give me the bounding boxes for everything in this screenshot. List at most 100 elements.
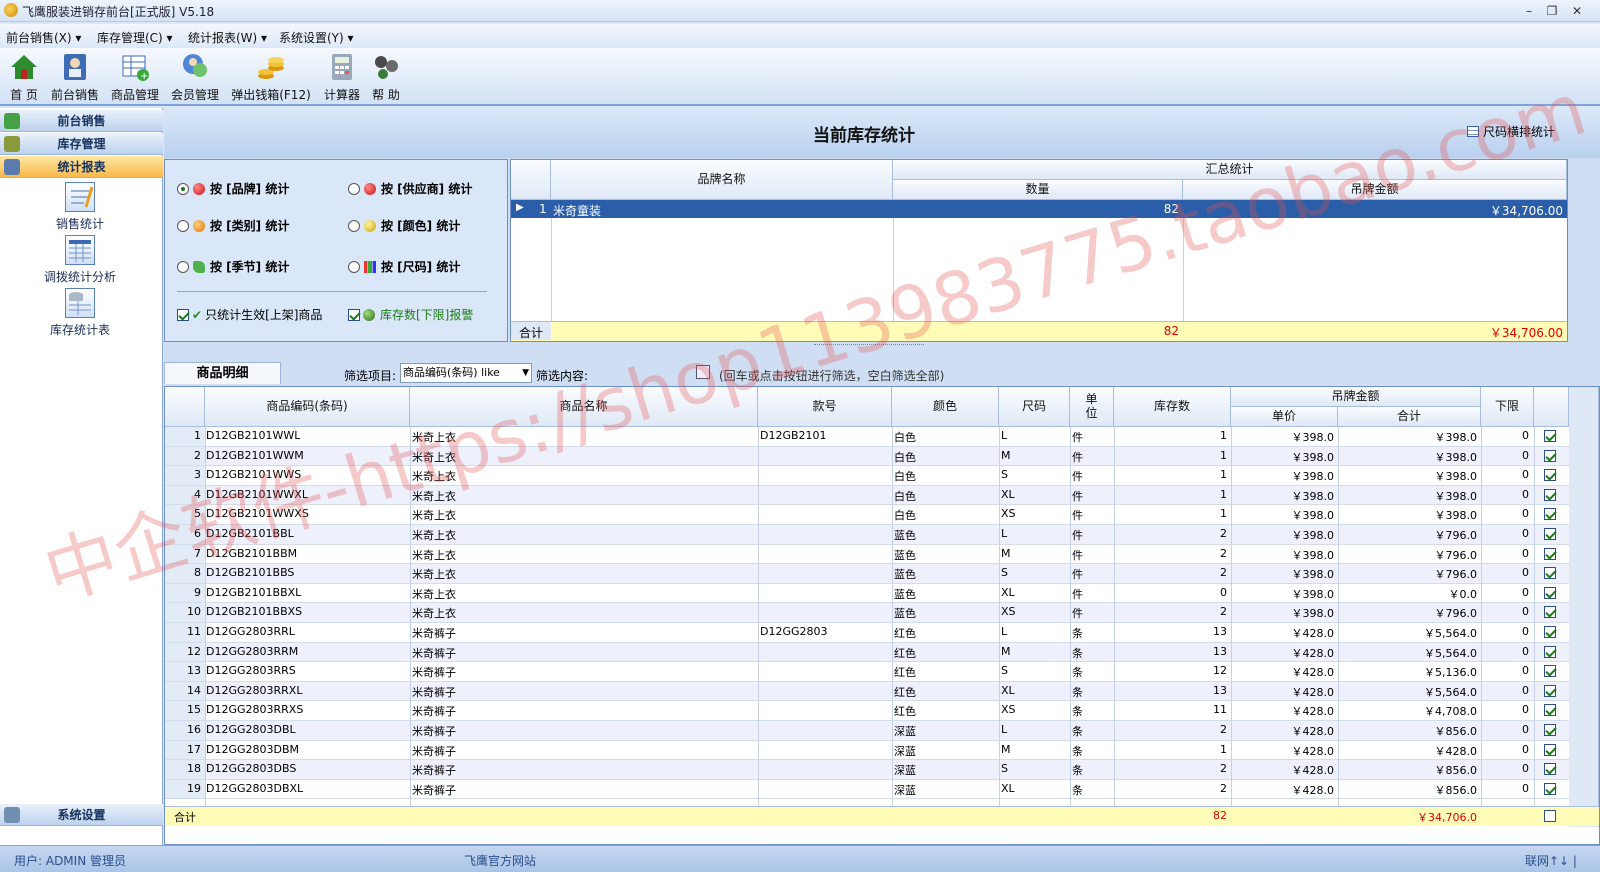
by-brand-radio[interactable]	[177, 183, 189, 195]
option-by-category[interactable]: 按 [类别] 统计	[177, 217, 289, 234]
close-button[interactable]: ✕	[1568, 3, 1586, 19]
summary-row-selected[interactable]: ▶ 1 米奇童装 82 ￥34,706.00	[511, 200, 1567, 218]
by-supplier-radio[interactable]	[348, 183, 360, 195]
row-color: 红色	[894, 627, 916, 640]
maximize-button[interactable]: ❐	[1543, 3, 1561, 19]
alarm-checkbox[interactable]	[1544, 567, 1556, 580]
row-style: D12GG2803	[760, 625, 828, 638]
filter-field-select[interactable]: 商品编码(条码) like ▼	[400, 363, 532, 383]
cash-drawer-button[interactable]: 弹出钱箱(F12)	[230, 52, 312, 103]
menu-settings[interactable]: 系统设置(Y) ▾	[279, 29, 354, 46]
nav-reports[interactable]: 统计报表	[0, 156, 163, 178]
alarm-checkbox[interactable]	[1544, 508, 1556, 521]
alarm-checkbox[interactable]	[1544, 547, 1556, 560]
alarm-checkbox[interactable]	[1544, 528, 1556, 540]
row-limit: 0	[1522, 644, 1529, 658]
table-row[interactable]: 19 D12GG2803DBXL 米奇裤子 深蓝 XL 条 2 ￥428.0 ￥856.0 0	[165, 779, 1569, 800]
option-by-season[interactable]: 按 [季节] 统计	[177, 258, 289, 275]
help-button[interactable]: 帮 助	[368, 52, 404, 103]
table-row[interactable]: 18 D12GG2803DBS 米奇裤子 深蓝 S 条 2 ￥428.0 ￥856.0 0	[165, 760, 1569, 780]
table-row[interactable]: 9 D12GB2101BBXL 米奇上衣 蓝色 XL 件 0 ￥398.0 ￥0.0 0	[165, 583, 1569, 604]
option-by-supplier[interactable]: 按 [供应商] 统计	[348, 180, 472, 197]
by-color-radio[interactable]	[348, 220, 360, 232]
table-row[interactable]: 6 D12GB2101BBL 米奇上衣 蓝色 L 件 2 ￥398.0 ￥796.0 0	[165, 525, 1569, 545]
alarm-checkbox[interactable]	[1544, 606, 1556, 619]
nav-inventory[interactable]: 库存管理	[0, 133, 163, 155]
option-only-active[interactable]: ✔ 只统计生效[上架]商品	[177, 306, 322, 323]
alarm-checkbox[interactable]	[1544, 743, 1556, 756]
table-row[interactable]: 3 D12GB2101WWS 米奇上衣 白色 S 件 1 ￥398.0 ￥398.0 0	[165, 466, 1569, 486]
alarm-checkbox[interactable]	[1544, 626, 1556, 638]
menu-front-sales[interactable]: 前台销售(X) ▾	[6, 29, 81, 46]
network-status: 联网↑↓ |	[1525, 854, 1577, 868]
row-total: ￥856.0	[1434, 725, 1478, 738]
alarm-checkbox[interactable]	[1544, 645, 1556, 658]
sidebar-item-stock-report[interactable]: 库存统计表	[0, 288, 160, 338]
help-icon	[371, 52, 401, 82]
alarm-checkbox[interactable]	[1544, 782, 1556, 795]
table-row[interactable]: 13 D12GG2803RRS 米奇裤子 红色 S 条 12 ￥428.0 ￥5,136.0 0	[165, 662, 1569, 682]
tab-goods-detail[interactable]: 商品明细	[164, 362, 281, 384]
filter-go-icon[interactable]	[696, 365, 710, 379]
stat-options-panel: 按 [品牌] 统计 按 [供应商] 统计 按 [类别] 统计 按 [颜色] 统计…	[164, 159, 508, 342]
alarm-checkbox[interactable]	[1544, 724, 1556, 736]
row-color: 红色	[894, 666, 916, 680]
table-row[interactable]: 17 D12GG2803DBM 米奇裤子 深蓝 M 条 1 ￥428.0 ￥428.0 0	[165, 740, 1569, 761]
row-size: XS	[1001, 703, 1016, 717]
minimize-button[interactable]: –	[1520, 3, 1538, 19]
alarm-checkbox[interactable]	[1544, 704, 1556, 717]
alarm-checkbox[interactable]	[1544, 488, 1556, 501]
home-button[interactable]: 首 页	[4, 52, 44, 103]
splitter-handle[interactable]	[814, 344, 924, 348]
calculator-button[interactable]: 计算器	[320, 52, 364, 103]
table-row[interactable]: 12 D12GG2803RRM 米奇裤子 红色 M 条 13 ￥428.0 ￥5,564.0 0	[165, 642, 1569, 663]
goods-manage-button[interactable]: + 商品管理	[108, 52, 162, 103]
option-by-size[interactable]: 按 [尺码] 统计	[348, 258, 460, 275]
table-row[interactable]: 7 D12GB2101BBM 米奇上衣 蓝色 M 件 2 ￥398.0 ￥796.0 0	[165, 544, 1569, 565]
menu-inventory[interactable]: 库存管理(C) ▾	[97, 29, 173, 46]
official-site-link[interactable]: 飞鹰官方网站	[464, 852, 536, 869]
option-stock-alarm[interactable]: 库存数[下限]报警	[348, 306, 473, 323]
menu-reports[interactable]: 统计报表(W) ▾	[188, 29, 267, 46]
option-by-color[interactable]: 按 [颜色] 统计	[348, 217, 460, 234]
member-manage-button[interactable]: 会员管理	[168, 52, 222, 103]
row-limit: 0	[1522, 527, 1529, 540]
table-row[interactable]: 14 D12GG2803RRXL 米奇裤子 红色 XL 条 13 ￥428.0 ￥5,564.0…	[165, 681, 1569, 702]
header-unit: 单 位	[1070, 387, 1114, 427]
nav-front-sales[interactable]: 前台销售	[0, 110, 163, 132]
front-sales-button[interactable]: 前台销售	[48, 52, 102, 103]
only-active-checkbox[interactable]	[177, 309, 189, 321]
nav-system-settings[interactable]: 系统设置	[0, 804, 163, 826]
alarm-checkbox[interactable]	[1544, 469, 1556, 482]
row-code: D12GG2803DBL	[206, 723, 296, 736]
table-row[interactable]: 11 D12GG2803RRL 米奇裤子 D12GG2803 红色 L 条 13 ￥428.0 ￥…	[165, 623, 1569, 643]
by-season-radio[interactable]	[177, 261, 189, 273]
alarm-checkbox[interactable]	[1544, 449, 1556, 462]
table-row[interactable]: 15 D12GG2803RRXS 米奇裤子 红色 XS 条 11 ￥428.0 ￥4,708.0…	[165, 701, 1569, 721]
row-unit-price: ￥398.0	[1291, 607, 1335, 621]
row-total: ￥796.0	[1434, 529, 1478, 542]
row-number: 17	[187, 742, 201, 756]
sidebar-item-transfer-analysis[interactable]: 调拨统计分析	[0, 235, 160, 285]
table-row[interactable]: 2 D12GB2101WWM 米奇上衣 白色 M 件 1 ￥398.0 ￥398.0 0	[165, 446, 1569, 467]
total-alarm-checkbox[interactable]	[1544, 810, 1556, 822]
table-row[interactable]: 5 D12GB2101WWXS 米奇上衣 白色 XS 件 1 ￥398.0 ￥398.0 0	[165, 505, 1569, 525]
by-category-radio[interactable]	[177, 220, 189, 232]
table-row[interactable]: 4 D12GB2101WWXL 米奇上衣 白色 XL 件 1 ￥398.0 ￥398.0 0	[165, 485, 1569, 506]
table-row[interactable]: 16 D12GG2803DBL 米奇裤子 深蓝 L 条 2 ￥428.0 ￥856.0 0	[165, 721, 1569, 741]
alarm-checkbox[interactable]	[1544, 684, 1556, 697]
option-by-brand[interactable]: 按 [品牌] 统计	[177, 180, 289, 197]
alarm-checkbox[interactable]	[1544, 763, 1556, 776]
alarm-checkbox[interactable]	[1544, 665, 1556, 678]
table-row[interactable]: 1 D12GB2101WWL 米奇上衣 D12GB2101 白色 L 件 1 ￥398.0 ￥39…	[165, 427, 1569, 447]
by-size-radio[interactable]	[348, 261, 360, 273]
table-row[interactable]: 10 D12GB2101BBXS 米奇上衣 蓝色 XS 件 2 ￥398.0 ￥796.0 0	[165, 603, 1569, 623]
stock-alarm-checkbox[interactable]	[348, 309, 360, 321]
row-size: XL	[1001, 781, 1015, 795]
size-horizontal-button[interactable]: 尺码横排统计	[1466, 123, 1555, 140]
alarm-checkbox[interactable]	[1544, 586, 1556, 599]
alarm-checkbox[interactable]	[1544, 430, 1556, 442]
header-code: 商品编码(条码)	[205, 387, 410, 427]
sidebar-item-sales-stats[interactable]: 销售统计	[0, 182, 160, 232]
table-row[interactable]: 8 D12GB2101BBS 米奇上衣 蓝色 S 件 2 ￥398.0 ￥796.0 0	[165, 564, 1569, 584]
